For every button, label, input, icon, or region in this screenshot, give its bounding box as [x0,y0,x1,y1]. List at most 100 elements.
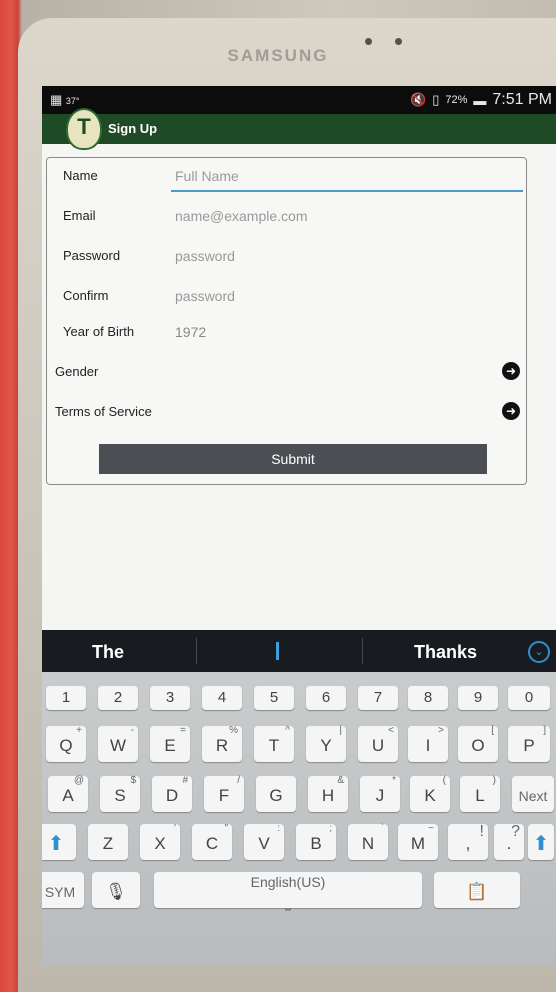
year-label: Year of Birth [63,324,135,339]
password-row[interactable]: Password password [47,238,526,274]
space-key[interactable]: English(US) ⎵ [154,872,422,910]
status-right: 🔇 ▯ 72% ▬ 7:51 PM [410,91,552,109]
key-z[interactable]: Z [88,824,128,860]
key-6[interactable]: 6 [306,686,346,710]
device-brand: SAMSUNG [227,46,329,65]
status-left: ▦ 37° [50,92,80,108]
key-i[interactable]: I > [408,725,448,762]
key-sub-label: " [224,823,228,834]
suggestion-3[interactable]: Thanks [414,642,477,663]
key-1[interactable]: 1 [46,686,86,710]
weather-temp: 37° [65,96,80,106]
key-c[interactable]: C " [192,823,232,860]
key-sub-label: - [130,725,134,736]
email-row[interactable]: Email name@example.com [47,198,526,234]
clipboard-icon[interactable]: 📋 [434,872,520,908]
submit-button[interactable]: Submit [99,444,487,474]
terms-row[interactable]: Terms of Service ➜ [47,394,526,430]
key-h[interactable]: H & [308,775,348,812]
key-label: U [371,736,385,755]
key-2[interactable]: 2 [98,686,138,710]
key-e[interactable]: E = [150,725,190,762]
key-label: W [109,736,127,755]
key-s[interactable]: S $ [100,775,140,812]
key-x[interactable]: X ' [140,823,180,860]
key-l[interactable]: L) [460,775,500,812]
key-0[interactable]: 0 [508,686,550,710]
gender-row[interactable]: Gender ➜ [47,354,526,390]
key-label: V [258,834,270,853]
terms-arrow-icon[interactable]: ➜ [502,402,520,420]
key-g[interactable]: G [256,776,296,812]
year-input[interactable]: 1972 [175,324,206,340]
shift-left-icon[interactable]: ⬆ [42,824,76,860]
key-t[interactable]: T ^ [254,725,294,762]
key-a[interactable]: A @ [48,775,88,812]
shift-right-icon[interactable]: ⬆ [528,824,554,860]
name-row[interactable]: Name Full Name [47,158,526,194]
suggestion-2-cursor[interactable] [276,642,279,660]
camera-dot [365,38,372,45]
key-label: N [361,834,375,853]
password-label: Password [63,248,121,263]
key-label: P [523,736,535,755]
suggestion-divider [362,638,363,664]
key-label: X [154,834,166,853]
confirm-row[interactable]: Confirm password [47,278,526,314]
sym-key[interactable]: SYM [42,872,84,908]
key-sub-label: ) [492,775,496,786]
key-m[interactable]: M ~ [398,823,438,860]
key-period[interactable]: .? [494,824,524,860]
key-sub-label: * [392,775,396,786]
year-row[interactable]: Year of Birth 1972 [47,314,526,350]
key-w[interactable]: W- [98,725,138,762]
key-comma[interactable]: ,! [448,824,488,860]
confirm-input[interactable]: password [175,288,235,304]
voice-settings-icon[interactable]: 🎙 [92,872,140,908]
key-sub-label: | [339,725,342,736]
key-d[interactable]: D # [152,775,192,812]
key-sub-label: < [388,725,394,736]
key-b[interactable]: B; [296,823,336,860]
key-o[interactable]: O[ [458,725,498,762]
gender-arrow-icon[interactable]: ➜ [502,362,520,380]
key-label: C [205,834,219,853]
key-3[interactable]: 3 [150,686,190,710]
app-logo-icon[interactable]: T [66,108,102,150]
key-4[interactable]: 4 [202,686,242,710]
key-label: L [475,786,485,805]
key-5[interactable]: 5 [254,686,294,710]
key-r[interactable]: R% [202,725,242,762]
key-n[interactable]: N ` [348,823,388,860]
key-label: S [114,786,126,805]
key-sub-label: & [337,775,344,786]
app-bar: T Sign Up [42,108,556,150]
battery-icon: ▬ [473,92,487,108]
key-sub-label: + [76,725,82,736]
gender-label: Gender [55,364,99,379]
chevron-down-icon[interactable]: ⌄ [528,641,550,663]
key-y[interactable]: Y | [306,725,346,762]
key-v[interactable]: V: [244,823,284,860]
key-f[interactable]: F / [204,775,244,812]
suggestion-1[interactable]: The [92,642,124,663]
key-u[interactable]: U < [358,725,398,762]
key-9[interactable]: 9 [458,686,498,710]
email-input[interactable]: name@example.com [175,208,308,224]
key-sub-label: # [182,775,188,786]
key-k[interactable]: K( [410,775,450,812]
key-sub-label: ` [380,823,384,834]
next-key[interactable]: Next [512,776,554,812]
key-p[interactable]: P] [508,725,550,762]
key-q[interactable]: Q + [46,725,86,762]
name-input-underline [171,190,523,192]
key-7[interactable]: 7 [358,686,398,710]
key-sub-label: ( [442,775,446,786]
key-j[interactable]: J * [360,775,400,812]
name-input[interactable]: Full Name [175,168,239,184]
key-label: , [465,834,471,853]
clock: 7:51 PM [492,91,552,108]
key-sub-label: ] [543,725,546,736]
password-input[interactable]: password [175,248,235,264]
key-8[interactable]: 8 [408,686,448,710]
